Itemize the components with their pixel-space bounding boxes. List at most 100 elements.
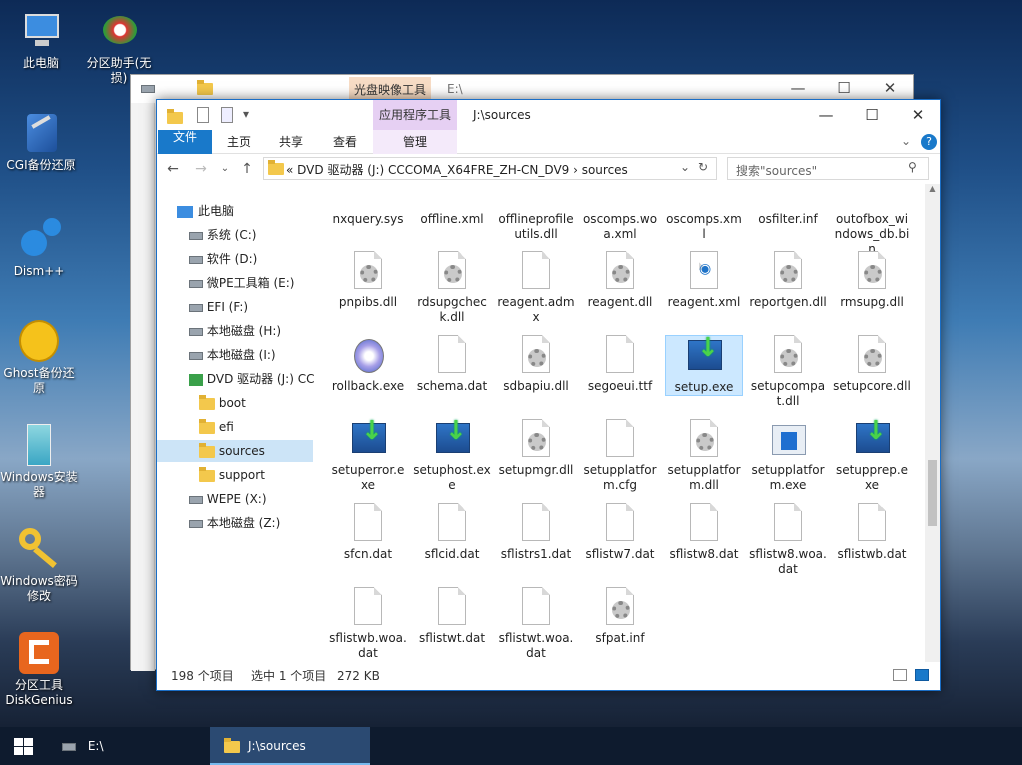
- file-item[interactable]: reagent.dll: [581, 251, 659, 310]
- file-item[interactable]: sflcid.dat: [413, 503, 491, 562]
- file-item[interactable]: reagent.admx: [497, 251, 575, 325]
- tab-home[interactable]: 主页: [217, 130, 261, 154]
- scroll-up-icon[interactable]: ▲: [925, 184, 940, 193]
- file-item[interactable]: setup.exe: [665, 335, 743, 396]
- address-bar[interactable]: « DVD 驱动器 (J:) CCCOMA_X64FRE_ZH-CN_DV9 ›…: [263, 157, 717, 180]
- file-item[interactable]: rdsupgcheck.dll: [413, 251, 491, 325]
- quick-access-dropdown-icon[interactable]: ▾: [243, 107, 249, 123]
- file-item[interactable]: offlineprofileutils.dll: [497, 184, 575, 242]
- refresh-icon[interactable]: ↻: [698, 160, 708, 174]
- file-item[interactable]: setupprep.exe: [833, 419, 911, 493]
- file-item[interactable]: rmsupg.dll: [833, 251, 911, 310]
- explorer-window[interactable]: ▾ 应用程序工具 J:\sources — ☐ ✕ 文件 主页 共享 查看 管理…: [156, 99, 941, 691]
- file-item[interactable]: setupcompat.dll: [749, 335, 827, 409]
- file-item[interactable]: segoeui.ttf: [581, 335, 659, 394]
- search-box[interactable]: 搜索"sources" ⚲: [727, 157, 929, 180]
- file-item[interactable]: osfilter.inf: [749, 184, 827, 227]
- file-item[interactable]: offline.xml: [413, 184, 491, 227]
- help-icon[interactable]: ?: [921, 134, 937, 150]
- file-item[interactable]: sflistwt.dat: [413, 587, 491, 646]
- tree-item-drive-z[interactable]: 本地磁盘 (Z:): [189, 512, 280, 534]
- file-item[interactable]: setupplatform.dll: [665, 419, 743, 493]
- search-input[interactable]: 搜索"sources": [736, 162, 817, 179]
- tree-item-drive-x[interactable]: WEPE (X:): [189, 488, 267, 510]
- tree-item-drive-f[interactable]: EFI (F:): [189, 296, 248, 318]
- taskbar-drive-item[interactable]: E:\: [62, 739, 104, 753]
- desktop-icon-password[interactable]: Windows密码修改: [0, 526, 78, 604]
- tree-item-drive-i[interactable]: 本地磁盘 (I:): [189, 344, 276, 366]
- file-item[interactable]: pnpibs.dll: [329, 251, 407, 310]
- file-item[interactable]: setupplatform.exe: [749, 419, 827, 493]
- search-icon: ⚲: [908, 160, 917, 174]
- file-item[interactable]: sdbapiu.dll: [497, 335, 575, 394]
- file-item[interactable]: oscomps.woa.xml: [581, 184, 659, 242]
- recent-dropdown-icon[interactable]: ⌄: [215, 159, 235, 179]
- file-item[interactable]: setuperror.exe: [329, 419, 407, 493]
- tree-item-support[interactable]: support: [199, 464, 265, 486]
- file-item[interactable]: sflistwb.woa.dat: [329, 587, 407, 661]
- tree-item-drive-h[interactable]: 本地磁盘 (H:): [189, 320, 281, 342]
- address-dropdown-icon[interactable]: ⌄: [680, 160, 690, 174]
- start-button[interactable]: [14, 738, 34, 756]
- file-item[interactable]: sflistwt.woa.dat: [497, 587, 575, 661]
- scrollbar-thumb[interactable]: [928, 460, 937, 526]
- desktop-icon-cgi[interactable]: CGI备份还原: [2, 110, 80, 173]
- ctx-tab-app-tools[interactable]: 应用程序工具: [373, 100, 457, 130]
- forward-button[interactable]: →: [191, 159, 211, 179]
- new-folder-icon[interactable]: [221, 107, 233, 123]
- file-item[interactable]: setupcore.dll: [833, 335, 911, 394]
- folder-icon: [199, 442, 215, 458]
- properties-icon[interactable]: [197, 107, 209, 123]
- tab-view[interactable]: 查看: [323, 130, 367, 154]
- tree-item-sources[interactable]: sources: [157, 440, 313, 462]
- file-item[interactable]: sflistw8.woa.dat: [749, 503, 827, 577]
- tree-item-drive-c[interactable]: 系统 (C:): [189, 224, 256, 246]
- file-item[interactable]: sflistwb.dat: [833, 503, 911, 562]
- file-name: offlineprofileutils.dll: [498, 212, 574, 241]
- tree-item-drive-d[interactable]: 软件 (D:): [189, 248, 257, 270]
- file-item[interactable]: sfpat.inf: [581, 587, 659, 646]
- desktop-icon-ghost[interactable]: Ghost备份还原: [0, 318, 78, 396]
- file-item[interactable]: outofbox_windows_db.bin: [833, 184, 911, 257]
- file-item[interactable]: setuphost.exe: [413, 419, 491, 493]
- details-view-icon[interactable]: [893, 669, 907, 681]
- tree-item-boot[interactable]: boot: [199, 392, 246, 414]
- taskbar-explorer-item[interactable]: J:\sources: [210, 727, 370, 765]
- desktop-icon-windows-installer[interactable]: Windows安装器: [0, 422, 78, 500]
- desktop-icon-diskgenius[interactable]: 分区工具DiskGenius: [0, 630, 78, 708]
- folder-icon: [268, 160, 284, 175]
- close-button[interactable]: ✕: [895, 103, 941, 127]
- desktop-icon-this-pc[interactable]: 此电脑: [2, 8, 80, 71]
- file-item[interactable]: sflistrs1.dat: [497, 503, 575, 562]
- file-name: sfpat.inf: [595, 631, 645, 645]
- tab-file[interactable]: 文件: [158, 130, 212, 154]
- file-item[interactable]: sflistw8.dat: [665, 503, 743, 562]
- vertical-scrollbar[interactable]: ▲: [925, 184, 940, 662]
- file-item[interactable]: schema.dat: [413, 335, 491, 394]
- file-item[interactable]: sfcn.dat: [329, 503, 407, 562]
- file-item[interactable]: reportgen.dll: [749, 251, 827, 310]
- desktop-icon-dism[interactable]: Dism++: [0, 216, 78, 279]
- ribbon-expand-icon[interactable]: ⌄: [901, 134, 911, 148]
- file-item[interactable]: reagent.xml: [665, 251, 743, 310]
- minimize-button[interactable]: —: [803, 103, 849, 127]
- file-item[interactable]: nxquery.sys: [329, 184, 407, 227]
- file-item[interactable]: rollback.exe: [329, 335, 407, 394]
- file-item[interactable]: setupmgr.dll: [497, 419, 575, 478]
- tab-share[interactable]: 共享: [269, 130, 313, 154]
- file-item[interactable]: sflistw7.dat: [581, 503, 659, 562]
- file-item[interactable]: oscomps.xml: [665, 184, 743, 242]
- up-button[interactable]: ↑: [237, 159, 257, 179]
- tree-item-drive-e[interactable]: 微PE工具箱 (E:): [189, 272, 294, 294]
- bg-maximize-button[interactable]: ☐: [821, 79, 867, 97]
- large-icons-view-icon[interactable]: [915, 669, 929, 681]
- tree-item-efi[interactable]: efi: [199, 416, 234, 438]
- bg-close-button[interactable]: ✕: [867, 79, 913, 97]
- file-item[interactable]: setupplatform.cfg: [581, 419, 659, 493]
- tree-item-this-pc[interactable]: 此电脑: [177, 200, 234, 222]
- back-button[interactable]: ←: [163, 159, 183, 179]
- maximize-button[interactable]: ☐: [849, 103, 895, 127]
- tree-item-dvd-j[interactable]: DVD 驱动器 (J:) CC: [189, 368, 314, 390]
- bg-minimize-button[interactable]: —: [775, 79, 821, 97]
- tab-manage[interactable]: 管理: [373, 130, 457, 154]
